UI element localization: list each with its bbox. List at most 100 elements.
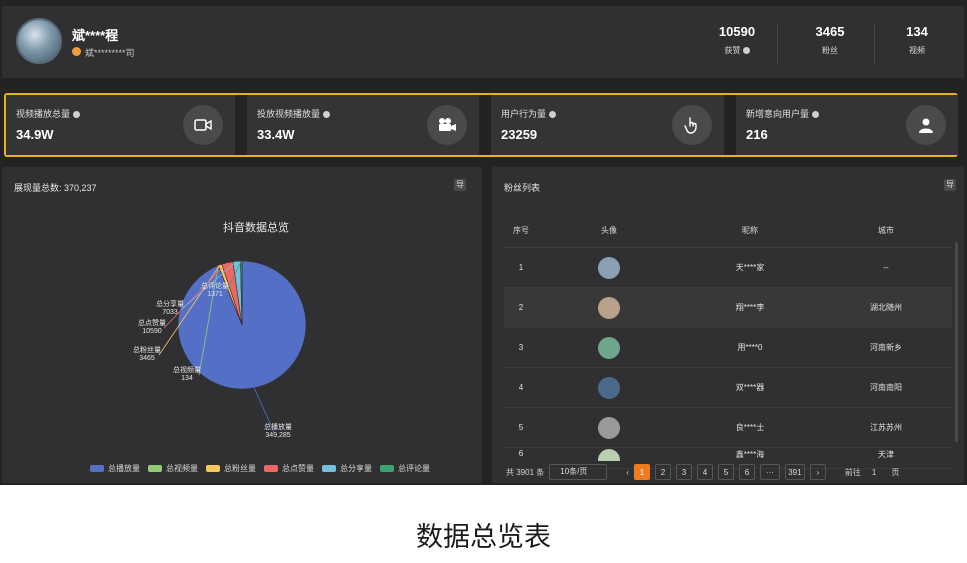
kpi-title: 视频播放总量	[16, 109, 71, 119]
legend-label: 总点赞量	[282, 464, 314, 473]
verified-badge-icon	[72, 47, 81, 56]
pie-chart: 抖音数据总览 总播放量349,285 总视频量134 总粉丝量3465 总点赞量105…	[133, 220, 307, 439]
nickname: 翔****李	[680, 287, 820, 328]
column-header: 头像	[538, 213, 680, 248]
stat-label: 粉丝	[822, 46, 838, 55]
help-icon[interactable]	[812, 111, 820, 119]
chart-title: 抖音数据总览	[223, 220, 289, 234]
row-index: 1	[504, 247, 538, 288]
page-button[interactable]: 1	[633, 464, 650, 480]
slice-label: 10590	[142, 328, 162, 335]
column-header: 昵称	[680, 213, 820, 248]
legend-item[interactable]: 总评论量	[380, 463, 430, 474]
kpi-card-video-plays[interactable]: 视频播放总量 34.9W	[6, 95, 235, 155]
legend-swatch	[206, 465, 220, 472]
table-row[interactable]: 5 良****士 江苏苏州	[504, 407, 952, 448]
stat-label: 视频	[909, 46, 925, 55]
goto-suffix: 页	[891, 467, 900, 477]
slice-label: 总粉丝量	[133, 345, 161, 354]
figure-caption: 数据总览表	[416, 522, 551, 552]
table-scrollbar[interactable]	[955, 242, 958, 442]
page-list: 1 2 3 4 5 6 ··· 391	[633, 464, 805, 480]
avatar	[598, 416, 620, 439]
kpi-title: 新增意向用户量	[746, 109, 810, 119]
fans-table: 序号 头像 昵称 城市 1 天****家 -- 2 翔****李 湖北随州 3 用****0 河…	[504, 213, 952, 469]
avatar	[16, 18, 62, 64]
legend-item[interactable]: 总播放量	[90, 463, 140, 474]
table-row[interactable]: 3 用****0 河南新乡	[504, 327, 952, 368]
avatar-cell	[538, 247, 680, 288]
stat-value: 10590	[718, 24, 756, 39]
slice-label: 7033	[162, 309, 178, 316]
pointer-hand-icon	[672, 105, 712, 145]
legend-label: 总粉丝量	[224, 464, 256, 473]
legend-swatch	[90, 465, 104, 472]
export-button[interactable]: 导	[454, 179, 466, 191]
person-icon	[906, 105, 946, 145]
next-page-button[interactable]: ›	[809, 464, 826, 480]
slice-label: 总视频量	[173, 365, 201, 374]
divider	[777, 24, 778, 64]
pagination: 共 3901 条 10条/页 ‹ 1 2 3 4 5 6 ··· 391 › 前往 1 页	[506, 464, 899, 480]
stat-label: 获赞	[724, 46, 741, 55]
goto-input[interactable]: 1	[872, 468, 876, 477]
fans-list-panel: 粉丝列表 导 序号 头像 昵称 城市 1 天****家 -- 2 翔****李 湖北随州 3…	[492, 167, 964, 483]
page-button[interactable]: ···	[759, 464, 780, 480]
page-button[interactable]: 391	[784, 464, 805, 480]
slice-label: 总点赞量	[138, 318, 166, 327]
page-button[interactable]: 6	[738, 464, 755, 480]
legend-label: 总播放量	[108, 464, 140, 473]
page-button[interactable]: 2	[654, 464, 671, 480]
page-button[interactable]: 5	[717, 464, 734, 480]
legend-swatch	[380, 465, 394, 472]
help-icon[interactable]	[323, 111, 331, 119]
legend-item[interactable]: 总粉丝量	[206, 463, 256, 474]
export-button[interactable]: 导	[944, 179, 956, 191]
company-name: 斌*********司	[85, 48, 135, 58]
kpi-card-promoted-plays[interactable]: 投放视频播放量 33.4W	[247, 95, 479, 155]
legend-item[interactable]: 总点赞量	[264, 463, 314, 474]
kpi-title: 投放视频播放量	[257, 109, 321, 119]
slice-label: 总评论量	[201, 281, 229, 290]
stat-fans: 3465 粉丝	[790, 24, 870, 56]
page-size-select[interactable]: 10条/页	[549, 464, 608, 480]
nickname: 用****0	[680, 327, 820, 368]
stat-videos: 134 视频	[877, 24, 957, 56]
kpi-card-user-actions[interactable]: 用户行为量 23259	[491, 95, 724, 155]
stat-value: 134	[906, 24, 928, 39]
avatar-cell	[538, 407, 680, 448]
legend-item[interactable]: 总分享量	[322, 463, 372, 474]
kpi-value: 34.9W	[16, 127, 54, 142]
username: 斌****程	[72, 28, 119, 43]
kpi-value: 216	[746, 127, 768, 142]
avatar-cell	[538, 367, 680, 408]
avatar-cell	[538, 327, 680, 368]
camera-icon	[427, 105, 467, 145]
avatar	[598, 449, 620, 461]
overview-chart-panel: 展现量总数: 370,237 导 抖音数据总览 总播放量 349,285 总视频量 1…	[2, 167, 482, 483]
table-row[interactable]: 2 翔****李 湖北随州	[504, 287, 952, 328]
dashboard-screen: 斌****程 斌*********司 10590 获赞 3465 粉丝 134 …	[0, 0, 967, 485]
kpi-row: 视频播放总量 34.9W 投放视频播放量 33.4W 用户行为量 23259 新…	[4, 93, 958, 157]
city: 河南南阳	[820, 367, 952, 408]
row-index: 2	[504, 287, 538, 328]
prev-page-button[interactable]: ‹	[626, 468, 629, 477]
column-header: 城市	[820, 213, 952, 248]
avatar	[598, 296, 620, 319]
kpi-card-new-leads[interactable]: 新增意向用户量 216	[736, 95, 958, 155]
slice-label: 3465	[139, 355, 155, 362]
legend-label: 总分享量	[340, 464, 372, 473]
page-button[interactable]: 3	[675, 464, 692, 480]
help-icon[interactable]	[73, 111, 81, 119]
city: --	[820, 247, 952, 288]
table-row[interactable]: 4 双****器 河南南阳	[504, 367, 952, 408]
page-button[interactable]: 4	[696, 464, 713, 480]
legend-item[interactable]: 总视频量	[148, 463, 198, 474]
avatar	[598, 256, 620, 279]
table-row[interactable]: 1 天****家 --	[504, 247, 952, 288]
video-icon	[183, 105, 223, 145]
help-icon[interactable]	[742, 47, 750, 55]
legend-label: 总评论量	[398, 464, 430, 473]
help-icon[interactable]	[549, 111, 557, 119]
row-index: 3	[504, 327, 538, 368]
